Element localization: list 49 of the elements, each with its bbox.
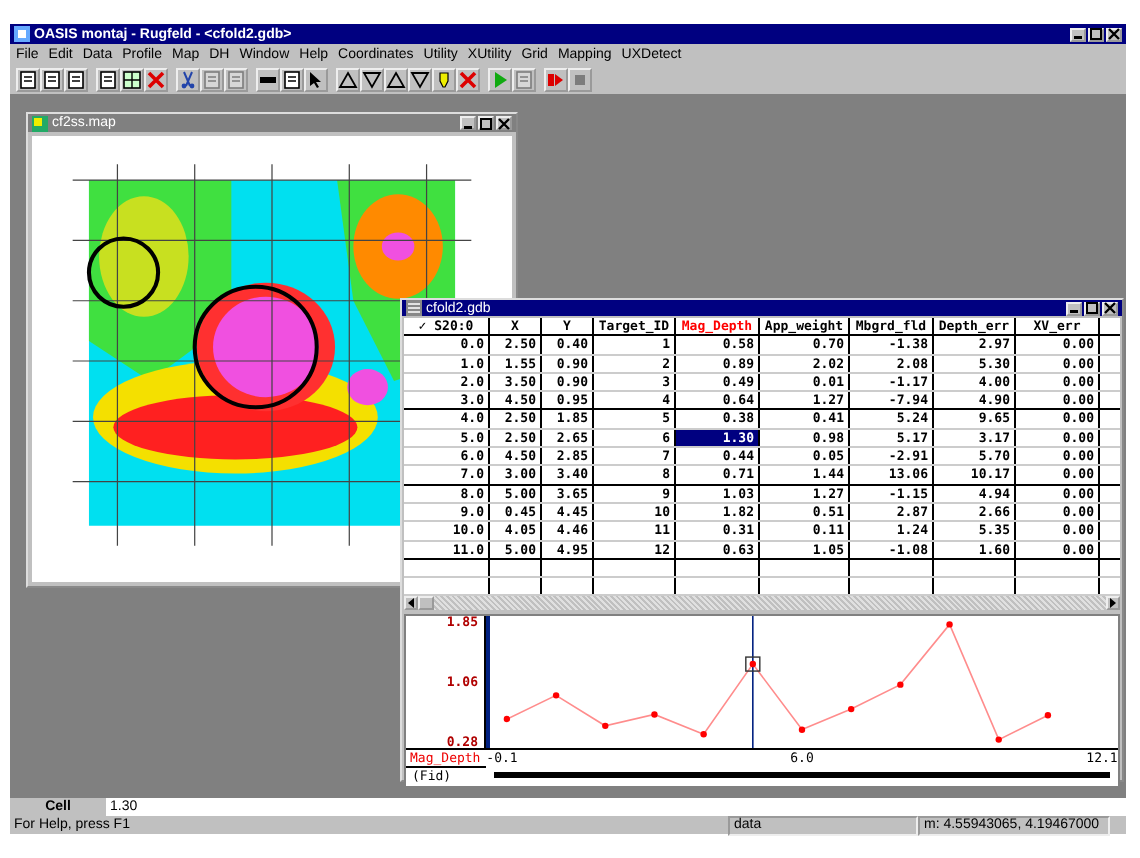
document-icon — [514, 69, 534, 89]
horizontal-scrollbar[interactable] — [404, 596, 1120, 611]
stop-icon — [570, 69, 590, 89]
document-icon — [226, 69, 246, 89]
minimize-button[interactable] — [1066, 301, 1082, 315]
minimize-button[interactable] — [1070, 27, 1086, 41]
close-icon — [1104, 302, 1116, 314]
data-point — [503, 716, 511, 724]
data-point — [1044, 712, 1052, 720]
data-point — [700, 731, 707, 739]
close-icon — [498, 117, 510, 129]
maximize-button[interactable] — [1088, 27, 1104, 41]
document-icon — [202, 69, 222, 89]
data-point — [897, 682, 904, 689]
data-point — [946, 622, 953, 629]
data-point — [552, 693, 560, 700]
document-icon — [66, 69, 86, 89]
maximize-icon — [480, 117, 492, 129]
right-arrow-icon — [1108, 598, 1118, 609]
close-button[interactable] — [1102, 301, 1118, 315]
grid-icon — [122, 69, 142, 89]
cross-icon — [458, 69, 478, 89]
map-icon — [32, 115, 48, 131]
data-point — [995, 737, 1002, 744]
cursor-line[interactable] — [752, 616, 754, 749]
data-point — [651, 712, 658, 719]
left-arrow-icon — [406, 598, 416, 609]
cross-icon — [146, 69, 166, 89]
maximize-button[interactable] — [1084, 301, 1100, 315]
data-point — [749, 661, 756, 669]
app-icon — [14, 26, 30, 42]
close-button[interactable] — [1106, 27, 1122, 41]
axis-line — [486, 616, 490, 749]
document-icon — [42, 69, 62, 89]
document-icon — [98, 69, 118, 89]
cursor-box — [745, 657, 761, 673]
data-point — [798, 727, 806, 734]
scissors-icon — [178, 69, 198, 89]
document-icon — [18, 69, 38, 89]
data-point — [602, 723, 609, 730]
fiducial-bar[interactable] — [494, 772, 1110, 779]
pointer-icon — [306, 69, 326, 89]
document-icon — [282, 69, 302, 89]
toolbar-button[interactable] — [120, 67, 144, 91]
close-icon — [1108, 28, 1120, 40]
play-icon — [490, 69, 510, 89]
data-point — [848, 706, 855, 714]
maximize-icon — [1090, 28, 1102, 40]
maximize-icon — [1086, 302, 1098, 314]
